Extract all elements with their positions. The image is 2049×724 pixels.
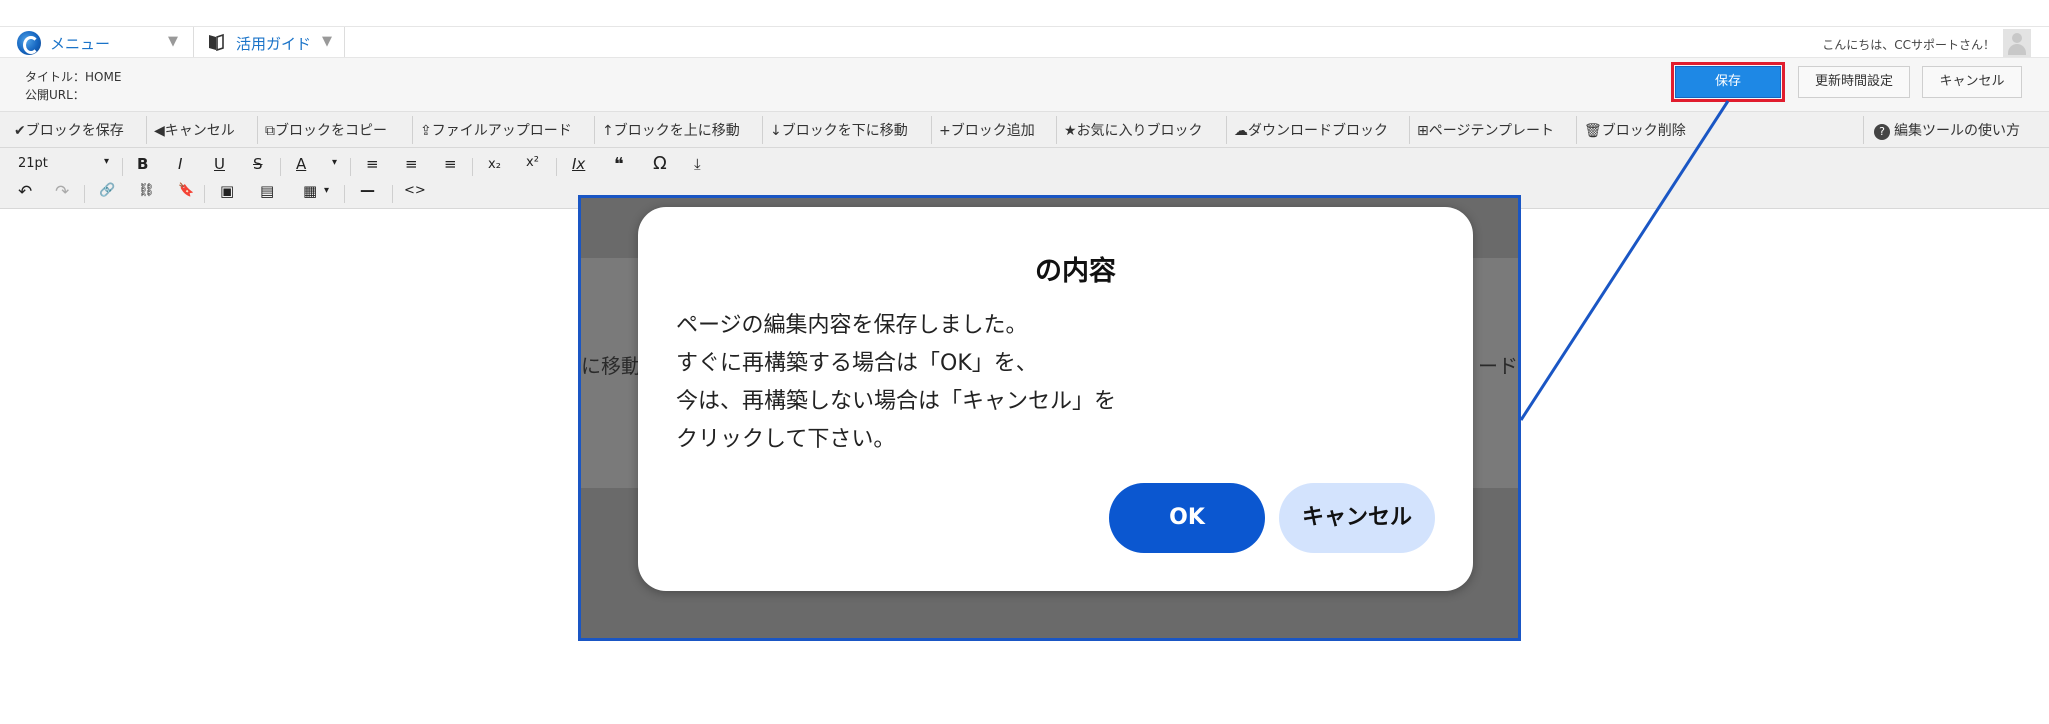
dialog-message: ページの編集内容を保存しました。 すぐに再構築する場合は「OK」を、 今は、再構… [676, 307, 1116, 459]
horizontal-rule-icon[interactable]: — [360, 181, 375, 199]
page-title-line: タイトル：HOME [25, 70, 122, 84]
cancel-block-button[interactable]: ◀キャンセル [154, 120, 235, 140]
app-logo-icon [17, 31, 41, 55]
confirm-dialog: の内容 ページの編集内容を保存しました。 すぐに再構築する場合は「OK」を、 今… [638, 207, 1473, 591]
template-icon: ⊞ [1417, 123, 1429, 139]
copy-icon: ⧉ [265, 123, 275, 139]
star-icon: ★ [1064, 123, 1077, 139]
media-icon[interactable]: ▤ [260, 182, 274, 200]
add-block-button[interactable]: +ブロック追加 [939, 120, 1035, 140]
download-blocks-button[interactable]: ☁ダウンロードブロック [1234, 120, 1388, 140]
dimmed-toolbar-text-right: ード [1478, 354, 1518, 378]
divider [193, 27, 194, 57]
superscript-icon[interactable]: x² [526, 155, 539, 170]
cancel-edit-button[interactable]: キャンセル [1922, 66, 2022, 98]
special-character-icon[interactable]: Ω [653, 153, 667, 174]
redo-icon[interactable]: ↷ [55, 182, 69, 202]
quote-icon[interactable]: ❝ [614, 154, 624, 175]
arrow-up-icon: ↑ [602, 123, 614, 139]
align-right-icon[interactable]: ≡ [444, 155, 457, 173]
font-size-chevron-down-icon[interactable]: ▾ [104, 156, 109, 167]
copy-block-button[interactable]: ⧉ブロックをコピー [265, 120, 387, 140]
block-toolbar: ✔ブロックを保存 ◀キャンセル ⧉ブロックをコピー ⇪ファイルアップロード ↑ブ… [0, 112, 2049, 148]
insert-icon[interactable]: ⤓ [694, 155, 701, 173]
save-block-button[interactable]: ✔ブロックを保存 [14, 120, 124, 140]
upload-file-icon: ⇪ [420, 123, 432, 139]
dialog-message-line: クリックして下さい。 [676, 427, 896, 452]
help-circle-icon: ? [1874, 124, 1890, 140]
text-color-icon[interactable]: A [296, 155, 306, 173]
guide-link[interactable]: 活用ガイド [236, 33, 311, 54]
page-url-line: 公開URL： [25, 88, 85, 102]
strikethrough-icon[interactable]: S [253, 155, 263, 173]
update-time-button[interactable]: 更新時間設定 [1798, 66, 1910, 98]
menu-link[interactable]: メニュー [50, 33, 110, 54]
text-color-chevron-down-icon[interactable]: ▾ [332, 157, 337, 168]
greeting-text: こんにちは、CCサポートさん！ [1822, 38, 1995, 52]
back-arrow-icon: ◀ [154, 123, 165, 139]
link-icon[interactable]: 🔗 [99, 183, 115, 198]
align-center-icon[interactable]: ≡ [405, 155, 418, 173]
font-size-select[interactable]: 21pt [18, 156, 48, 171]
dialog-title: の内容 [1035, 256, 1116, 287]
user-avatar-icon[interactable] [2003, 29, 2031, 57]
move-block-up-button[interactable]: ↑ブロックを上に移動 [602, 120, 740, 140]
dialog-message-line: ページの編集内容を保存しました。 [676, 313, 1028, 338]
italic-icon[interactable]: I [178, 155, 182, 173]
menu-chevron-down-icon[interactable]: ▼ [168, 34, 178, 49]
clear-format-icon[interactable]: Ix [572, 155, 585, 173]
favorite-blocks-button[interactable]: ★お気に入りブロック [1064, 120, 1203, 140]
trash-icon: 🗑 [1584, 123, 1602, 139]
cloud-download-icon: ☁ [1234, 123, 1248, 139]
check-icon: ✔ [14, 123, 26, 139]
unlink-icon[interactable]: ⛓ [138, 183, 155, 198]
save-button[interactable]: 保存 [1671, 62, 1785, 102]
editing-tool-help-link[interactable]: ? 編集ツールの使い方 [1874, 120, 2020, 140]
undo-icon[interactable]: ↶ [18, 182, 32, 202]
bold-icon[interactable]: B [137, 155, 148, 173]
guide-chevron-down-icon[interactable]: ▼ [322, 34, 332, 49]
ok-button[interactable]: OK [1109, 483, 1265, 553]
image-icon[interactable]: ▣ [220, 182, 234, 200]
book-icon [209, 33, 224, 51]
table-icon[interactable]: ▦ [303, 182, 317, 200]
align-left-icon[interactable]: ≡ [366, 155, 379, 173]
divider [344, 27, 345, 57]
subscript-icon[interactable]: x₂ [488, 157, 501, 172]
file-upload-button[interactable]: ⇪ファイルアップロード [420, 120, 572, 140]
delete-block-button[interactable]: 🗑ブロック削除 [1584, 120, 1686, 140]
source-code-icon[interactable]: <> [404, 183, 426, 198]
move-block-down-button[interactable]: ↓ブロックを下に移動 [770, 120, 908, 140]
plus-icon: + [939, 123, 951, 139]
dialog-cancel-button[interactable]: キャンセル [1279, 483, 1435, 553]
page-template-button[interactable]: ⊞ページテンプレート [1417, 120, 1554, 140]
top-menu-bar: メニュー ▼ 活用ガイド ▼ こんにちは、CCサポートさん！ [0, 26, 2049, 58]
dimmed-toolbar-text-left: に移動 [581, 354, 641, 378]
dialog-message-line: すぐに再構築する場合は「OK」を、 [676, 351, 1038, 376]
dialog-message-line: 今は、再構築しない場合は「キャンセル」を [676, 389, 1117, 414]
arrow-down-icon: ↓ [770, 123, 782, 139]
underline-icon[interactable]: U [214, 155, 225, 173]
table-chevron-down-icon[interactable]: ▾ [324, 185, 329, 196]
bookmark-icon[interactable]: 🔖 [178, 183, 194, 198]
